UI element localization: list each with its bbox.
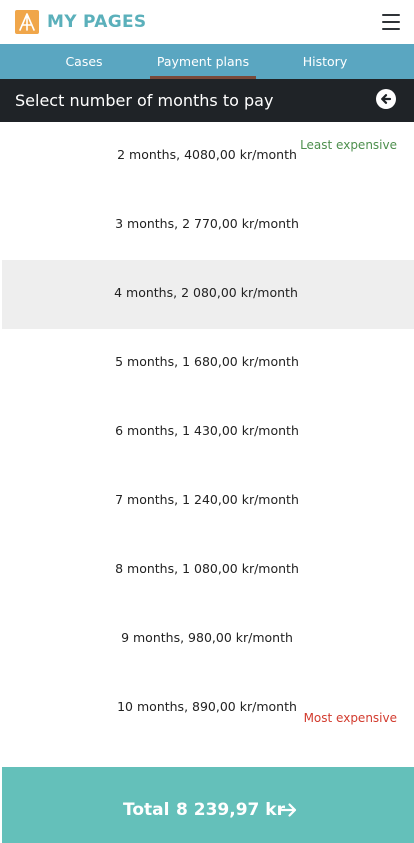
plan-option-label: 7 months, 1 240,00 kr/month	[115, 492, 299, 507]
hamburger-menu-icon[interactable]	[382, 14, 400, 30]
most-expensive-tag: Most expensive	[303, 711, 397, 725]
arrow-right-icon	[280, 803, 297, 817]
plan-option-label: 6 months, 1 430,00 kr/month	[115, 423, 299, 438]
payment-plan-list: 2 months, 4080,00 kr/month Least expensi…	[0, 122, 414, 743]
plan-option-3-months[interactable]: 3 months, 2 770,00 kr/month	[0, 191, 414, 260]
total-label: Total	[123, 800, 170, 820]
brand-title[interactable]: MY PAGES	[47, 11, 146, 33]
plan-option-label: 8 months, 1 080,00 kr/month	[115, 561, 299, 576]
plan-option-label: 4 months, 2 080,00 kr/month	[114, 285, 298, 300]
plan-option-label: 5 months, 1 680,00 kr/month	[115, 354, 299, 369]
tab-cases[interactable]: Cases	[52, 44, 116, 79]
plan-option-9-months[interactable]: 9 months, 980,00 kr/month	[0, 605, 414, 674]
tab-payment-plans[interactable]: Payment plans	[150, 44, 256, 79]
logo-icon[interactable]	[15, 10, 39, 34]
plan-option-10-months[interactable]: 10 months, 890,00 kr/month Most expensiv…	[0, 674, 414, 743]
plan-option-4-months[interactable]: 4 months, 2 080,00 kr/month	[2, 260, 414, 329]
top-bar: MY PAGES	[0, 0, 414, 44]
tab-history[interactable]: History	[294, 44, 356, 79]
plan-option-label: 3 months, 2 770,00 kr/month	[115, 216, 299, 231]
section-heading: Select number of months to pay	[0, 79, 414, 122]
plan-option-5-months[interactable]: 5 months, 1 680,00 kr/month	[0, 329, 414, 398]
plan-option-7-months[interactable]: 7 months, 1 240,00 kr/month	[0, 467, 414, 536]
plan-option-8-months[interactable]: 8 months, 1 080,00 kr/month	[0, 536, 414, 605]
plan-option-6-months[interactable]: 6 months, 1 430,00 kr/month	[0, 398, 414, 467]
total-amount: 8 239,97 kr	[176, 800, 285, 820]
plan-option-2-months[interactable]: 2 months, 4080,00 kr/month Least expensi…	[0, 122, 414, 191]
back-arrow-icon[interactable]	[376, 89, 396, 109]
tab-bar: Cases Payment plans History	[0, 44, 414, 79]
plan-option-label: 9 months, 980,00 kr/month	[121, 630, 293, 645]
least-expensive-tag: Least expensive	[300, 138, 397, 152]
section-title: Select number of months to pay	[15, 91, 274, 110]
total-button[interactable]: Total 8 239,97 kr	[2, 767, 414, 843]
